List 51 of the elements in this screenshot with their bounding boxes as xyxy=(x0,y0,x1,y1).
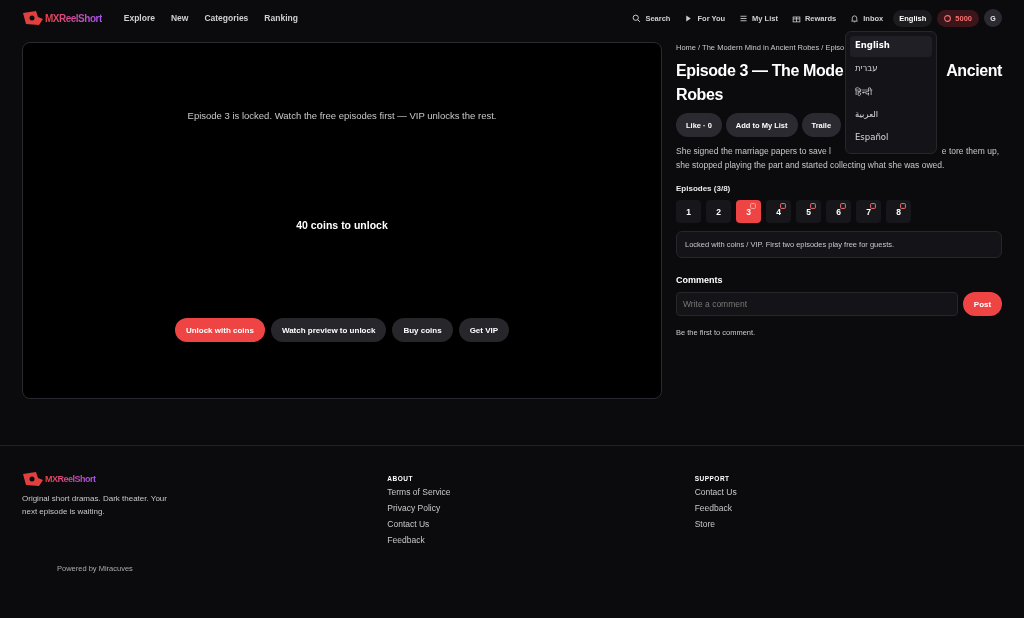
list-icon xyxy=(739,13,749,23)
episode-button[interactable]: 8 xyxy=(886,200,911,223)
episode-title: Ancient xyxy=(946,61,1002,81)
post-button[interactable]: Post xyxy=(963,292,1002,316)
unlock-option-button[interactable]: Buy coins xyxy=(392,318,453,342)
logo-text[interactable]: MXReelShort xyxy=(45,474,96,484)
episode-button[interactable]: 4 xyxy=(766,200,791,223)
episode-title: Robes xyxy=(676,85,723,105)
footer-link[interactable]: Terms of Service xyxy=(387,487,695,498)
language-option[interactable]: עברית xyxy=(850,59,932,80)
lock-message: Episode 3 is locked. Watch the free episodes first — VIP unlocks the rest. xyxy=(187,110,497,121)
episodes-label: Episodes (3/8) xyxy=(676,184,732,193)
description: she stopped playing the part and started collecting what she was owed. xyxy=(676,160,945,170)
footer-link[interactable]: Contact Us xyxy=(694,487,1002,498)
episode-button[interactable]: 7 xyxy=(856,200,881,223)
footer-link[interactable]: Feedback xyxy=(694,503,1002,514)
gift-icon xyxy=(791,13,801,23)
nav-link[interactable]: Explore xyxy=(123,13,155,23)
bell-icon xyxy=(850,13,860,23)
coin-icon xyxy=(944,14,952,22)
unlock-option-button[interactable]: Watch preview to unlock xyxy=(270,318,387,342)
comments-heading: Comments xyxy=(676,275,724,285)
unlock-option-button[interactable]: Unlock with coins xyxy=(174,318,265,342)
episode-button[interactable]: 3 xyxy=(736,200,761,223)
language-option[interactable]: Español xyxy=(850,128,932,149)
nav-link[interactable]: Ranking xyxy=(264,13,298,23)
logo-text[interactable]: MXReelShort xyxy=(45,12,102,24)
unlock-price: 40 coins to unlock xyxy=(296,219,388,231)
description: She signed the marriage papers to save l xyxy=(676,145,831,158)
footer-link[interactable]: Store xyxy=(694,519,1002,530)
logo-icon xyxy=(22,472,44,486)
episode-button[interactable]: 6 xyxy=(826,200,851,223)
language-option[interactable]: English xyxy=(850,36,932,57)
language-option[interactable]: हिन्दी xyxy=(850,82,932,103)
episode-button[interactable]: 5 xyxy=(796,200,821,223)
comment-field[interactable]: Write a comment xyxy=(676,292,958,316)
language-option[interactable]: العربية xyxy=(850,105,932,126)
episode-title: Episode 3 — The Mode xyxy=(676,61,844,81)
unlock-option-button[interactable]: Get VIP xyxy=(458,318,510,342)
nav-link[interactable]: New xyxy=(170,13,189,23)
footer-link[interactable]: Feedback xyxy=(387,535,695,546)
search-icon xyxy=(632,13,642,23)
footer-link[interactable]: Privacy Policy xyxy=(387,503,695,514)
episode-button[interactable]: 1 xyxy=(676,200,701,223)
description: e tore them up, xyxy=(941,145,999,158)
logo-icon xyxy=(22,11,44,25)
footer-link[interactable]: Contact Us xyxy=(387,519,695,530)
nav-link[interactable]: Categories xyxy=(204,13,249,23)
episode-button[interactable]: 2 xyxy=(706,200,731,223)
play-icon xyxy=(684,13,694,23)
tagline: Original short dramas. Dark theater. Your next episode is waiting. xyxy=(22,493,168,518)
